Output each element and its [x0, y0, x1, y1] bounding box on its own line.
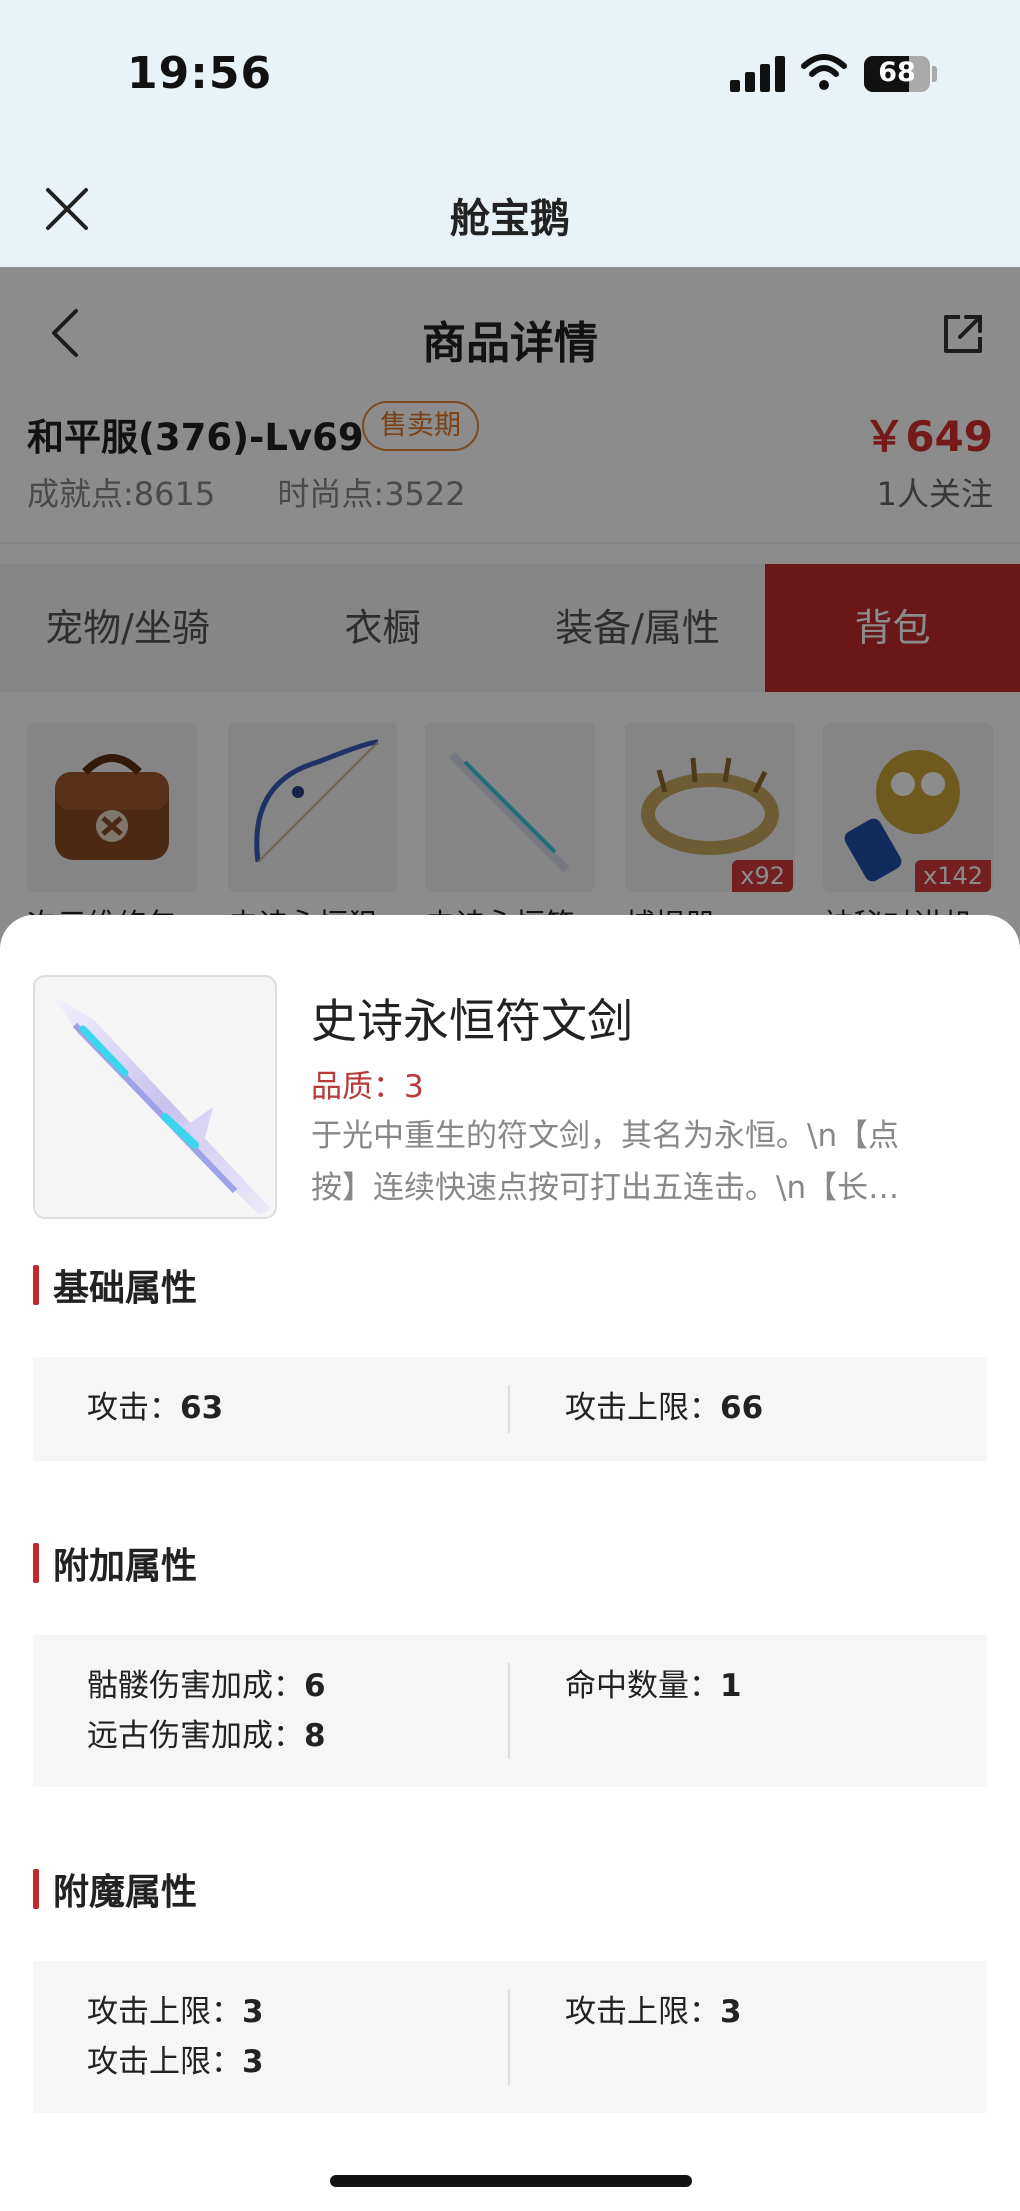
attr-value: 3: [720, 1994, 742, 2030]
attr-row: 攻击上限：66: [565, 1383, 763, 1433]
attr-left: 骷髅伤害加成：6 远古伤害加成：8: [87, 1661, 326, 1761]
home-indicator[interactable]: [330, 2175, 692, 2187]
attr-value: 6: [304, 1668, 326, 1704]
attr-label: 攻击上限：: [565, 1994, 720, 2030]
item-detail-sheet: 史诗永恒符文剑 品质：3 于光中重生的符文剑，其名为永恒。\n【点 按】连续快速…: [0, 915, 1020, 2211]
enchant-attributes: 攻击上限：3 攻击上限：3 攻击上限：3: [33, 1961, 987, 2113]
attr-row: 攻击：63: [87, 1383, 223, 1433]
battery-icon: 68: [864, 56, 930, 92]
item-description: 于光中重生的符文剑，其名为永恒。\n【点 按】连续快速点按可打出五连击。\n【长…: [311, 1110, 991, 1214]
attr-row: 骷髅伤害加成：6: [87, 1661, 326, 1711]
attr-right: 攻击上限：66: [565, 1383, 763, 1433]
attr-row: 攻击上限：3: [87, 2037, 264, 2087]
column-divider: [508, 1385, 510, 1433]
item-name: 史诗永恒符文剑: [311, 994, 633, 1048]
basic-attributes: 攻击：63 攻击上限：66: [33, 1357, 987, 1461]
attr-value: 1: [720, 1668, 742, 1704]
attr-left: 攻击：63: [87, 1383, 223, 1433]
status-bar: 19:56 68: [0, 0, 1020, 150]
description-line: 于光中重生的符文剑，其名为永恒。\n【点: [311, 1118, 900, 1154]
attr-left: 攻击上限：3 攻击上限：3: [87, 1987, 264, 2087]
section-title-enchant: 附魔属性: [33, 1863, 197, 1915]
mini-program-title: 舱宝鹅: [450, 196, 570, 242]
attr-right: 攻击上限：3: [565, 1987, 742, 2037]
attr-value: 8: [304, 1718, 326, 1754]
attr-row: 攻击上限：3: [87, 1987, 264, 2037]
attr-value: 63: [180, 1390, 224, 1426]
section-title-additional: 附加属性: [33, 1537, 197, 1589]
status-time: 19:56: [127, 48, 273, 99]
attr-label: 攻击上限：: [87, 1994, 242, 2030]
section-title-basic: 基础属性: [33, 1259, 197, 1311]
description-line: 按】连续快速点按可打出五连击。\n【长…: [311, 1170, 900, 1206]
sword-icon: [53, 995, 271, 1215]
battery-percent: 68: [878, 57, 916, 88]
attr-label: 命中数量：: [565, 1668, 720, 1704]
attr-value: 3: [242, 2044, 264, 2080]
attr-label: 攻击上限：: [87, 2044, 242, 2080]
battery-cap: [932, 66, 937, 82]
attr-row: 远古伤害加成：8: [87, 1711, 326, 1761]
item-thumbnail: [33, 975, 277, 1219]
wifi-icon: [801, 54, 847, 90]
additional-attributes: 骷髅伤害加成：6 远古伤害加成：8 命中数量：1: [33, 1635, 987, 1787]
attr-label: 远古伤害加成：: [87, 1718, 304, 1754]
attr-value: 3: [242, 1994, 264, 2030]
mini-program-header: 舱宝鹅: [0, 150, 1020, 267]
attr-label: 攻击：: [87, 1390, 180, 1426]
item-quality: 品质：3: [311, 1069, 424, 1105]
attr-value: 66: [720, 1390, 764, 1426]
column-divider: [508, 1663, 510, 1759]
attr-row: 命中数量：1: [565, 1661, 742, 1711]
attr-row: 攻击上限：3: [565, 1987, 742, 2037]
signal-icon: [730, 56, 786, 92]
attr-label: 攻击上限：: [565, 1390, 720, 1426]
column-divider: [508, 1989, 510, 2085]
attr-label: 骷髅伤害加成：: [87, 1668, 304, 1704]
attr-right: 命中数量：1: [565, 1661, 742, 1711]
